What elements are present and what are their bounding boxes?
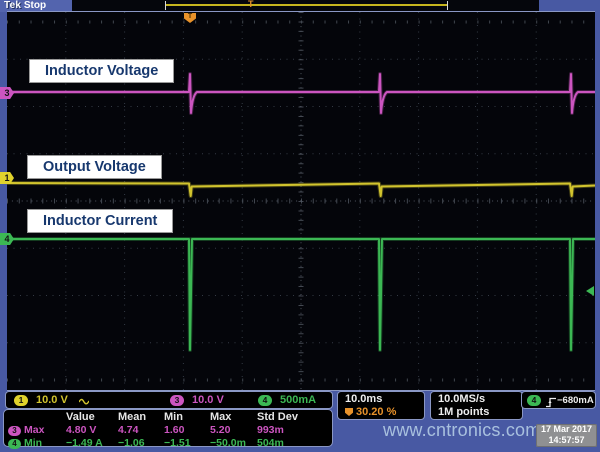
- sample-rate: 10.0MS/s: [438, 393, 522, 406]
- date-label: 17 Mar 2017: [536, 424, 597, 435]
- record-trigger-marker: T: [248, 0, 254, 9]
- timebase-scale: 10.0ms: [345, 393, 424, 406]
- measurement-name: Min: [24, 437, 42, 449]
- measurement-value: 4.80 V: [66, 424, 118, 436]
- measurement-channel-icon: 3: [8, 426, 21, 436]
- measurement-value: 504m: [257, 437, 318, 449]
- trigger-level-arrow-icon[interactable]: [586, 286, 594, 296]
- label-inductor-voltage: Inductor Voltage: [30, 60, 173, 82]
- record-window-bracket[interactable]: T: [165, 1, 448, 10]
- trigger-level-value: −680mA: [557, 395, 594, 406]
- measurement-column-header: Max: [210, 411, 257, 423]
- measurement-column-header: Std Dev: [257, 411, 318, 423]
- measurement-name: Max: [24, 424, 44, 436]
- measurement-value: 4.74: [118, 424, 164, 436]
- channel-readout-bar[interactable]: 1 10.0 V 3 10.0 V 4 500mA: [5, 391, 333, 409]
- measurement-value: −1.51: [164, 437, 210, 449]
- measurement-row: 4Min −1.49 A−1.06−1.51−50.0m504m: [8, 437, 332, 449]
- channel1-badge[interactable]: 1: [14, 394, 28, 406]
- measurement-value: −1.49 A: [66, 437, 118, 449]
- measurement-column-header: Value: [66, 411, 118, 423]
- channel4-scale: 500mA: [280, 394, 316, 406]
- measurement-value: 993m: [257, 424, 318, 436]
- trigger-flag-icon: [345, 408, 353, 416]
- channel3-badge[interactable]: 3: [170, 394, 184, 406]
- channel3-number-icon: 3: [170, 395, 184, 406]
- label-output-voltage: Output Voltage: [28, 156, 161, 178]
- measurement-value: −1.06: [118, 437, 164, 449]
- measurement-value: 5.20: [210, 424, 257, 436]
- record-waveform-preview: [166, 4, 447, 6]
- measurement-rows: 3Max4.80 V4.741.605.20993m4Min−1.49 A−1.…: [8, 424, 332, 449]
- bandwidth-icon: [79, 396, 89, 409]
- channel1-number-icon: 1: [14, 395, 28, 406]
- measurement-column-header: Mean: [118, 411, 164, 423]
- record-length: 1M points: [438, 406, 522, 419]
- measurement-row: 3Max 4.80 V4.741.605.20993m: [8, 424, 332, 436]
- time-label: 14:57:57: [536, 435, 597, 446]
- timebase-readout[interactable]: 10.0ms 30.20 %: [337, 391, 425, 420]
- measurement-value: 1.60: [164, 424, 210, 436]
- horizontal-position: 30.20 %: [345, 406, 424, 419]
- acquisition-readout[interactable]: 10.0MS/s 1M points: [430, 391, 523, 420]
- measurement-header-row: ValueMeanMinMaxStd Dev: [8, 411, 332, 423]
- measurement-channel-icon: 4: [8, 439, 21, 449]
- channel4-badge[interactable]: 4: [258, 394, 272, 406]
- tek-logo: Tek: [4, 0, 21, 11]
- trigger-source-icon: 4: [527, 395, 541, 406]
- datetime-display: 17 Mar 2017 14:57:57: [536, 424, 597, 447]
- trigger-readout[interactable]: 4 −680mA: [521, 391, 596, 409]
- label-inductor-current: Inductor Current: [28, 210, 172, 232]
- channel3-scale: 10.0 V: [192, 394, 224, 406]
- measurement-table: ValueMeanMinMaxStd Dev 3Max4.80 V4.741.6…: [3, 409, 333, 447]
- channel4-number-icon: 4: [258, 395, 272, 406]
- measurement-column-header: Min: [164, 411, 210, 423]
- measurement-value: −50.0m: [210, 437, 257, 449]
- channel1-scale: 10.0 V: [36, 394, 68, 406]
- rising-edge-icon: [545, 395, 557, 413]
- acquisition-status-label: Stop: [24, 0, 46, 11]
- watermark: www.cntronics.com: [383, 420, 540, 441]
